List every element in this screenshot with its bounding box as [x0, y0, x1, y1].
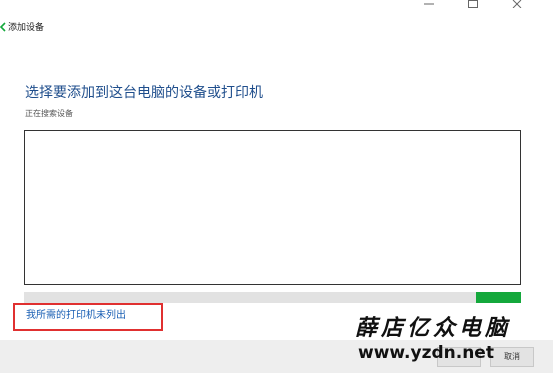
window-controls: [407, 0, 539, 8]
printer-not-listed-link[interactable]: 我所需的打印机未列出: [26, 309, 126, 323]
watermark-brand: 薛店亿众电脑: [355, 315, 512, 341]
close-icon: [512, 0, 522, 8]
maximize-icon: [468, 0, 478, 8]
back-arrow-icon[interactable]: [0, 22, 6, 32]
search-progress-bar: [24, 292, 521, 303]
minimize-button[interactable]: [407, 0, 451, 8]
device-list[interactable]: [24, 130, 521, 285]
progress-fill: [476, 292, 521, 303]
maximize-button[interactable]: [451, 0, 495, 8]
title-bar: 添加设备: [0, 0, 553, 60]
add-device-window: 添加设备 选择要添加到这台电脑的设备或打印机 正在搜索设备 我所需的打印机未列出…: [0, 0, 553, 373]
window-title: 添加设备: [8, 23, 45, 33]
page-heading: 选择要添加到这台电脑的设备或打印机: [25, 85, 263, 101]
watermark-url: www.yzdn.net: [358, 343, 494, 363]
cancel-button[interactable]: 取消: [490, 347, 534, 367]
search-status: 正在搜索设备: [25, 109, 73, 118]
minimize-icon: [424, 3, 434, 5]
close-button[interactable]: [495, 0, 539, 8]
